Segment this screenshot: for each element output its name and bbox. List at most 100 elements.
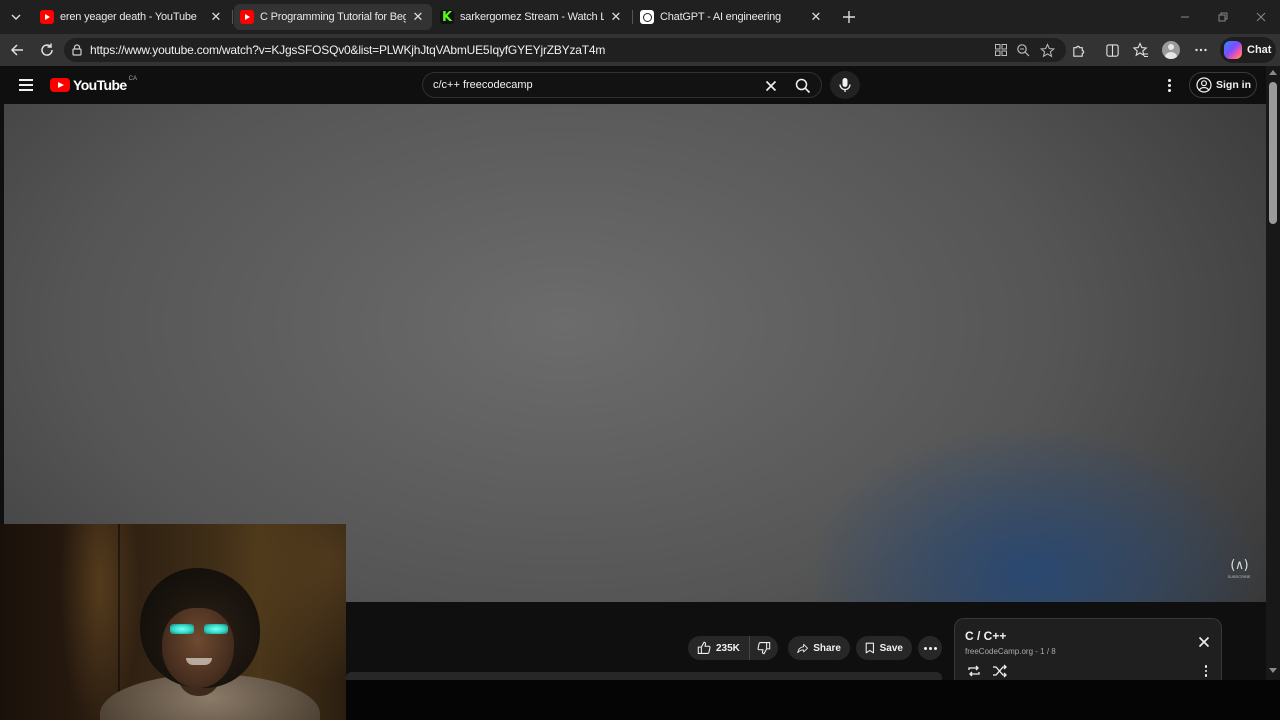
copilot-icon <box>1224 41 1242 59</box>
share-button[interactable]: Share <box>788 636 850 660</box>
close-icon <box>1256 12 1266 22</box>
app-available-icon[interactable] <box>992 41 1010 59</box>
menu-icon[interactable] <box>16 75 36 95</box>
extensions-button[interactable] <box>1066 38 1090 62</box>
thumbs-up-icon <box>697 641 711 654</box>
sign-in-label: Sign in <box>1216 79 1251 91</box>
new-tab-button[interactable] <box>838 6 860 28</box>
voice-search-button[interactable] <box>830 71 860 99</box>
close-icon[interactable]: ✕ <box>208 9 224 25</box>
clear-search-button[interactable] <box>761 76 781 96</box>
tab-separator <box>232 10 233 24</box>
arrow-left-icon <box>10 44 23 56</box>
minimize-icon <box>1181 16 1189 18</box>
close-icon[interactable]: ✕ <box>608 9 624 25</box>
save-button[interactable]: Save <box>856 636 912 660</box>
copilot-chat-button[interactable]: Chat <box>1220 37 1276 63</box>
search-icon <box>795 78 811 94</box>
chatgpt-icon <box>640 10 654 24</box>
playlist-title[interactable]: C / C++ <box>965 629 1006 643</box>
scroll-up-arrow-icon[interactable] <box>1269 70 1277 75</box>
loop-playlist-button[interactable] <box>965 663 983 679</box>
close-icon <box>765 80 777 92</box>
like-button[interactable]: 235K <box>688 636 750 660</box>
restore-button[interactable] <box>1208 6 1238 28</box>
close-icon[interactable]: ✕ <box>410 9 426 25</box>
playlist-channel-position: freeCodeCamp.org - 1 / 8 <box>965 647 1056 656</box>
youtube-header: YouTube CA c/c++ freecodecamp Sign in <box>4 66 1266 104</box>
zoom-icon[interactable] <box>1014 41 1032 59</box>
browser-tab-strip: eren yeager death - YouTube ✕ C Programm… <box>0 0 1280 34</box>
close-playlist-button[interactable] <box>1195 633 1213 651</box>
browser-menu-button[interactable] <box>1189 38 1213 62</box>
webcam-person-face <box>162 608 234 688</box>
shuffle-icon <box>993 664 1007 678</box>
tab-title: C Programming Tutorial for Begin <box>260 11 406 23</box>
watermark-subscribe-text: SUBSCRIBE <box>1227 574 1251 579</box>
minimize-button[interactable] <box>1170 6 1200 28</box>
profile-button[interactable] <box>1159 38 1183 62</box>
favorites-button[interactable] <box>1129 38 1153 62</box>
settings-menu-button[interactable] <box>1159 75 1179 95</box>
youtube-logo[interactable]: YouTube CA <box>50 76 137 93</box>
tab-title: sarkergomez Stream - Watch Live <box>460 11 604 23</box>
back-button[interactable] <box>5 38 29 62</box>
address-bar[interactable]: https://www.youtube.com/watch?v=KJgsSFOS… <box>64 38 1066 62</box>
more-horizontal-icon <box>1195 48 1207 52</box>
avatar <box>1162 41 1180 59</box>
favorites-icon <box>1133 42 1148 58</box>
like-count: 235K <box>716 642 740 654</box>
account-circle-icon <box>1196 77 1212 93</box>
browser-tab[interactable]: K sarkergomez Stream - Watch Live ✕ <box>434 4 630 30</box>
favorite-star-icon[interactable] <box>1038 41 1056 59</box>
tab-title: eren yeager death - YouTube <box>60 11 197 23</box>
close-icon <box>1198 636 1210 648</box>
chevron-down-icon <box>11 14 21 20</box>
youtube-icon <box>50 78 70 92</box>
restore-icon <box>1218 12 1228 22</box>
browser-toolbar: https://www.youtube.com/watch?v=KJgsSFOS… <box>0 34 1280 66</box>
plus-icon <box>843 11 855 23</box>
webcam-overlay <box>0 524 346 720</box>
country-code: CA <box>128 76 137 82</box>
search-button[interactable] <box>791 76 815 96</box>
playlist-menu-button[interactable] <box>1201 663 1211 679</box>
microphone-icon <box>839 78 851 92</box>
bookmark-icon <box>865 642 874 654</box>
shuffle-playlist-button[interactable] <box>991 663 1009 679</box>
url-text: https://www.youtube.com/watch?v=KJgsSFOS… <box>90 43 606 57</box>
save-label: Save <box>879 642 903 654</box>
playlist-panel: C / C++ freeCodeCamp.org - 1 / 8 <box>954 618 1222 680</box>
like-dislike-group: 235K <box>688 636 778 660</box>
page-scrollbar[interactable] <box>1266 66 1280 680</box>
refresh-icon <box>41 43 53 56</box>
scroll-down-arrow-icon[interactable] <box>1269 668 1277 673</box>
search-query: c/c++ freecodecamp <box>433 79 533 91</box>
thumbs-down-icon <box>757 642 771 655</box>
loop-icon <box>968 665 980 677</box>
browser-tab[interactable]: ChatGPT - AI engineering ✕ <box>634 4 830 30</box>
tab-actions-menu-button[interactable] <box>4 6 28 28</box>
chat-label: Chat <box>1247 44 1272 56</box>
refresh-button[interactable] <box>35 38 59 62</box>
freecodecamp-logo-icon: (∧) <box>1228 558 1251 573</box>
browser-tab-active[interactable]: C Programming Tutorial for Begin ✕ <box>234 4 432 30</box>
magnifier-icon <box>1017 44 1030 57</box>
dislike-button[interactable] <box>750 636 778 660</box>
close-window-button[interactable] <box>1246 6 1276 28</box>
grid-icon <box>995 44 1007 56</box>
split-screen-button[interactable] <box>1100 38 1124 62</box>
close-icon[interactable]: ✕ <box>808 9 824 25</box>
more-actions-button[interactable] <box>918 636 942 660</box>
tab-separator <box>632 10 633 24</box>
puzzle-icon <box>1072 45 1084 57</box>
channel-watermark[interactable]: (∧) SUBSCRIBE <box>1224 558 1254 584</box>
webcam-person-glasses <box>168 624 230 636</box>
scrollbar-thumb[interactable] <box>1269 82 1277 224</box>
search-input[interactable]: c/c++ freecodecamp <box>422 72 822 98</box>
browser-tab[interactable]: eren yeager death - YouTube ✕ <box>34 4 230 30</box>
share-icon <box>797 643 808 653</box>
youtube-icon <box>40 10 54 24</box>
description-box-edge <box>346 672 942 680</box>
sign-in-button[interactable]: Sign in <box>1189 72 1257 98</box>
